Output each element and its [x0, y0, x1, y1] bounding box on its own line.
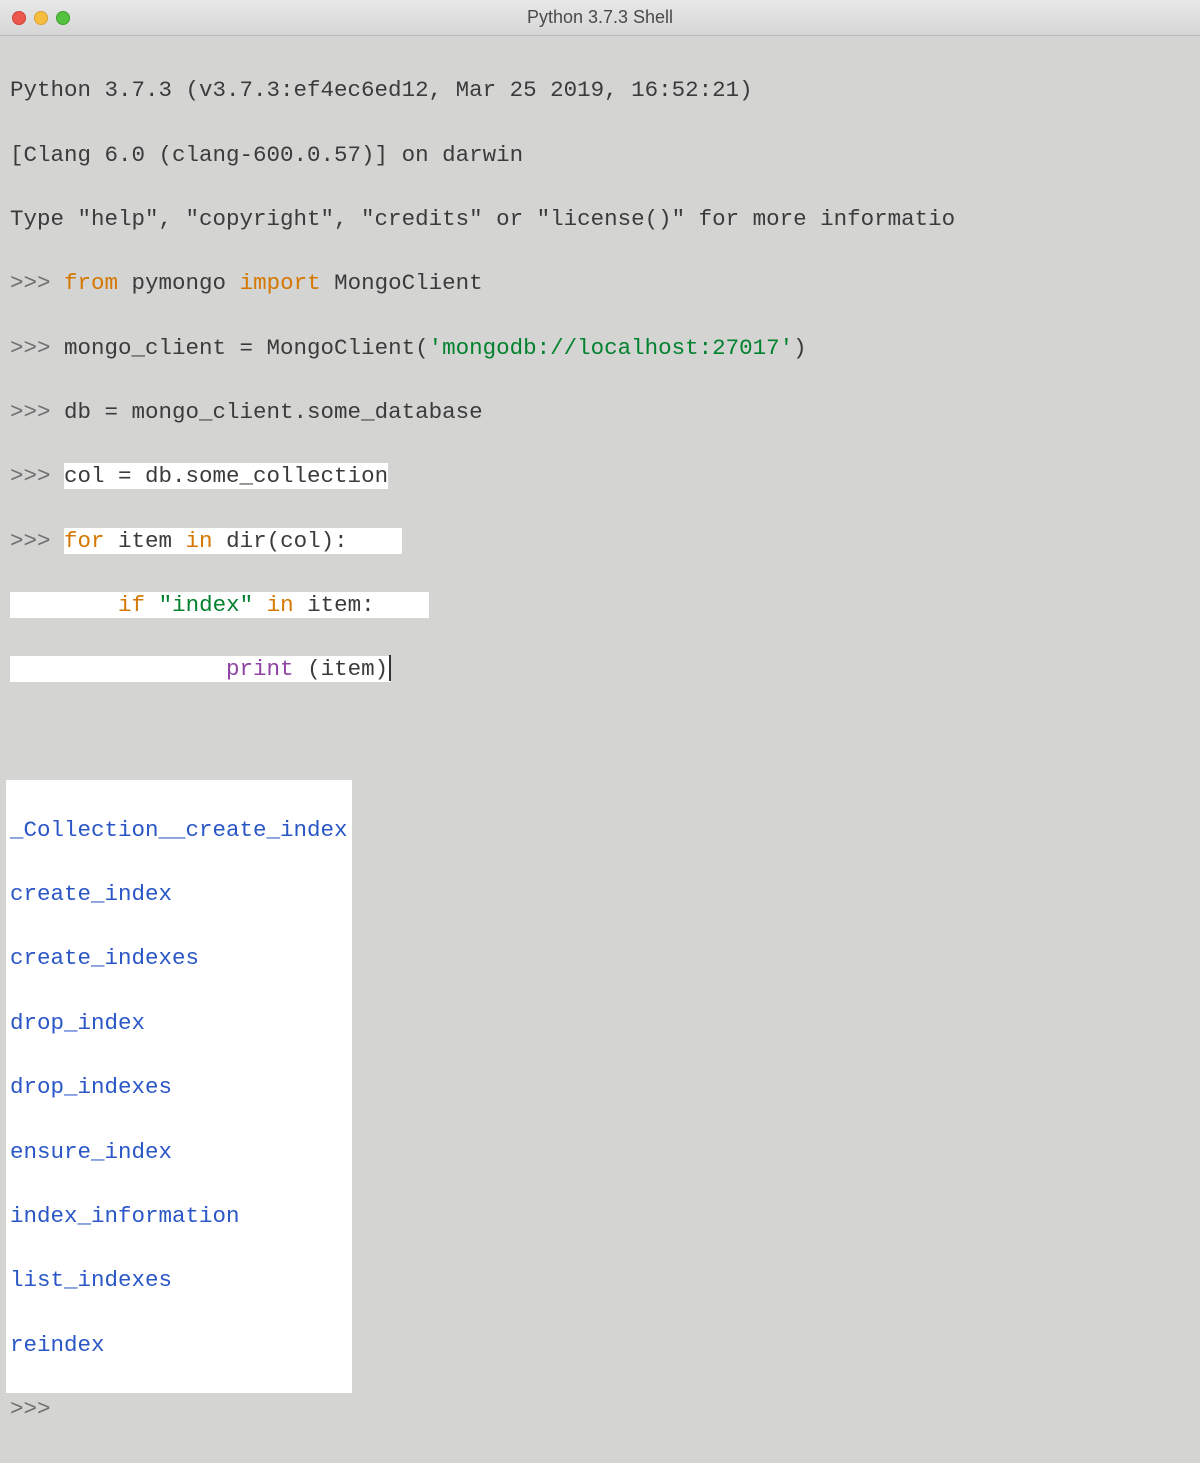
output-line: drop_index: [10, 1007, 348, 1039]
close-window-button[interactable]: [12, 11, 26, 25]
code-line: >>> mongo_client = MongoClient('mongodb:…: [10, 332, 1190, 364]
code-text: [10, 592, 118, 618]
code-line: >>> from pymongo import MongoClient: [10, 267, 1190, 299]
keyword-import: import: [240, 270, 321, 296]
banner-line: Type "help", "copyright", "credits" or "…: [10, 203, 1190, 235]
code-text: [10, 656, 226, 682]
code-text: [253, 592, 267, 618]
string-literal: 'mongodb://localhost:27017': [429, 335, 794, 361]
output-line: create_indexes: [10, 942, 348, 974]
prompt: >>>: [10, 399, 64, 425]
prompt-line: >>>: [10, 1393, 1190, 1425]
highlighted-code: print (item): [10, 656, 391, 682]
output-line: reindex: [10, 1329, 348, 1361]
window-title: Python 3.7.3 Shell: [527, 7, 673, 28]
code-text: MongoClient: [321, 270, 483, 296]
shell-content[interactable]: Python 3.7.3 (v3.7.3:ef4ec6ed12, Mar 25 …: [0, 36, 1200, 1463]
keyword-in: in: [186, 528, 213, 554]
minimize-window-button[interactable]: [34, 11, 48, 25]
banner-line: Python 3.7.3 (v3.7.3:ef4ec6ed12, Mar 25 …: [10, 74, 1190, 106]
prompt: >>>: [10, 1396, 64, 1422]
prompt: >>>: [10, 270, 64, 296]
highlighted-code: col = db.some_collection: [64, 463, 388, 489]
string-literal: "index": [159, 592, 254, 618]
code-text: mongo_client = MongoClient(: [64, 335, 429, 361]
code-line: if "index" in item:: [10, 589, 1190, 621]
code-text: item: [105, 528, 186, 554]
banner-line: [Clang 6.0 (clang-600.0.57)] on darwin: [10, 139, 1190, 171]
code-line: >>> for item in dir(col):: [10, 525, 1190, 557]
code-line: >>> db = mongo_client.some_database: [10, 396, 1190, 428]
prompt: >>>: [10, 335, 64, 361]
code-text: pymongo: [118, 270, 240, 296]
keyword-from: from: [64, 270, 118, 296]
output-line: create_index: [10, 878, 348, 910]
code-text: [145, 592, 159, 618]
code-line: print (item): [10, 653, 1190, 685]
output-block: _Collection__create_index create_index c…: [6, 780, 352, 1393]
code-text: col = db.some_collection: [64, 463, 388, 489]
code-text: dir(col):: [213, 528, 348, 554]
titlebar: Python 3.7.3 Shell: [0, 0, 1200, 36]
output-line: drop_indexes: [10, 1071, 348, 1103]
keyword-if: if: [118, 592, 145, 618]
keyword-for: for: [64, 528, 105, 554]
output-line: _Collection__create_index: [10, 814, 348, 846]
maximize-window-button[interactable]: [56, 11, 70, 25]
code-text: (item): [294, 656, 389, 682]
code-line: >>> col = db.some_collection: [10, 460, 1190, 492]
highlighted-code: for item in dir(col):: [64, 528, 402, 554]
keyword-in: in: [267, 592, 294, 618]
code-text: db = mongo_client.some_database: [64, 399, 483, 425]
code-text: item:: [294, 592, 375, 618]
builtin-print: print: [226, 656, 294, 682]
highlighted-code: if "index" in item:: [10, 592, 429, 618]
output-line: ensure_index: [10, 1136, 348, 1168]
traffic-lights: [12, 11, 70, 25]
code-text: ): [793, 335, 807, 361]
prompt: >>>: [10, 528, 64, 554]
prompt: >>>: [10, 463, 64, 489]
output-line: list_indexes: [10, 1264, 348, 1296]
output-line: index_information: [10, 1200, 348, 1232]
text-cursor: [389, 655, 391, 681]
